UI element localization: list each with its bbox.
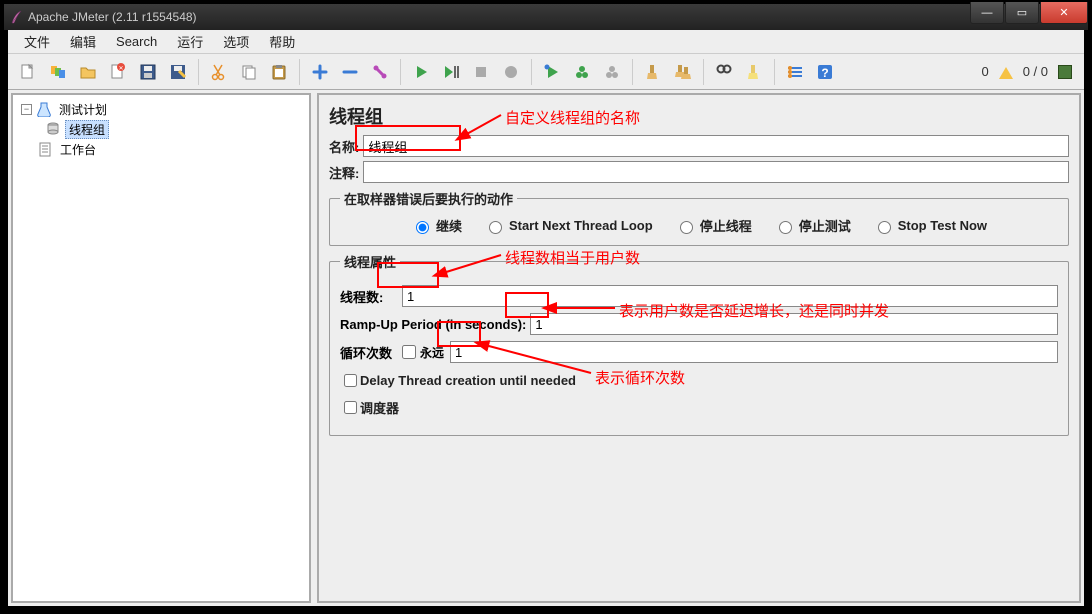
- toolbar-status: 0 0 / 0: [981, 64, 1078, 79]
- clipboard-icon: [37, 141, 53, 157]
- copy-button[interactable]: [235, 58, 263, 86]
- test-plan-tree[interactable]: − 测试计划 线程组 工作台: [11, 93, 311, 603]
- help-button[interactable]: ?: [811, 58, 839, 86]
- delay-creation-label: Delay Thread creation until needed: [360, 373, 576, 388]
- minimize-button[interactable]: —: [970, 2, 1004, 24]
- loop-count-input[interactable]: [450, 341, 1058, 363]
- menu-help[interactable]: 帮助: [259, 29, 305, 54]
- menu-edit[interactable]: 编辑: [60, 29, 106, 54]
- reset-search-button[interactable]: [740, 58, 768, 86]
- maximize-button[interactable]: ▭: [1005, 2, 1039, 24]
- name-input[interactable]: [363, 135, 1069, 157]
- thread-props-legend: 线程属性: [340, 252, 400, 271]
- tree-workbench[interactable]: 工作台: [17, 139, 305, 159]
- threads-input[interactable]: [402, 285, 1058, 307]
- svg-text:✕: ✕: [118, 66, 123, 72]
- error-count: 0: [981, 64, 988, 79]
- tree-toggle-icon[interactable]: −: [21, 104, 32, 115]
- menubar: 文件 编辑 Search 运行 选项 帮助: [8, 30, 1084, 54]
- ramp-up-label: Ramp-Up Period (in seconds):: [340, 317, 526, 332]
- start-button[interactable]: [407, 58, 435, 86]
- menu-search[interactable]: Search: [106, 31, 167, 52]
- tree-thread-group[interactable]: 线程组: [17, 119, 305, 139]
- delay-creation-checkbox[interactable]: [344, 374, 357, 387]
- close-button[interactable]: ✕: [1040, 2, 1088, 24]
- name-label: 名称:: [329, 137, 359, 156]
- clear-button[interactable]: [639, 58, 667, 86]
- warning-icon: [999, 67, 1013, 79]
- save-as-button[interactable]: [164, 58, 192, 86]
- menu-options[interactable]: 选项: [213, 29, 259, 54]
- radio-stop-test-now[interactable]: Stop Test Now: [873, 216, 987, 235]
- expand-button[interactable]: [306, 58, 334, 86]
- tree-thread-group-label: 线程组: [65, 120, 109, 139]
- radio-start-next-loop[interactable]: Start Next Thread Loop: [484, 216, 653, 235]
- panel-heading: 线程组: [329, 103, 1069, 129]
- scheduler-checkbox[interactable]: [344, 401, 357, 414]
- templates-button[interactable]: [44, 58, 72, 86]
- stop-button[interactable]: [467, 58, 495, 86]
- shutdown-button[interactable]: [497, 58, 525, 86]
- radio-stop-thread[interactable]: 停止线程: [675, 216, 752, 235]
- beaker-icon: [36, 101, 52, 117]
- open-button[interactable]: [74, 58, 102, 86]
- toggle-button[interactable]: [366, 58, 394, 86]
- menu-run[interactable]: 运行: [167, 29, 213, 54]
- window-title: Apache JMeter (2.11 r1554548): [28, 10, 197, 24]
- threads-label: 线程数:: [340, 287, 398, 306]
- new-button[interactable]: [14, 58, 42, 86]
- on-error-legend: 在取样器错误后要执行的动作: [340, 189, 517, 208]
- cut-button[interactable]: [205, 58, 233, 86]
- scheduler-label: 调度器: [360, 398, 399, 417]
- thread-count: 0 / 0: [1023, 64, 1048, 79]
- toolbar: ✕ ?: [8, 54, 1084, 90]
- collapse-button[interactable]: [336, 58, 364, 86]
- jmeter-feather-icon: [10, 10, 22, 24]
- close-file-button[interactable]: ✕: [104, 58, 132, 86]
- tree-workbench-label: 工作台: [57, 141, 99, 158]
- window-frame: Apache JMeter (2.11 r1554548) — ▭ ✕ 文件 编…: [0, 0, 1092, 614]
- start-no-pause-button[interactable]: [437, 58, 465, 86]
- window-controls: — ▭ ✕: [969, 2, 1088, 24]
- loop-label: 循环次数: [340, 343, 398, 362]
- app-client-area: 文件 编辑 Search 运行 选项 帮助 ✕: [8, 30, 1084, 606]
- radio-continue[interactable]: 继续: [411, 216, 462, 235]
- on-error-fieldset: 在取样器错误后要执行的动作 继续 Start Next Thread Loop …: [329, 189, 1069, 246]
- comment-input[interactable]: [363, 161, 1069, 183]
- run-indicator-icon: [1058, 65, 1072, 79]
- tree-root-testplan[interactable]: − 测试计划: [17, 99, 305, 119]
- save-button[interactable]: [134, 58, 162, 86]
- thread-props-fieldset: 线程属性 线程数: Ramp-Up Period (in seconds): 循…: [329, 252, 1069, 436]
- titlebar: Apache JMeter (2.11 r1554548) — ▭ ✕: [4, 4, 1088, 30]
- comment-label: 注释:: [329, 163, 359, 182]
- remote-start-button[interactable]: [538, 58, 566, 86]
- paste-button[interactable]: [265, 58, 293, 86]
- menu-file[interactable]: 文件: [14, 29, 60, 54]
- radio-stop-test[interactable]: 停止测试: [774, 216, 851, 235]
- tree-root-label: 测试计划: [56, 101, 110, 118]
- spool-icon: [45, 121, 61, 137]
- remote-shutdown-button[interactable]: [598, 58, 626, 86]
- svg-text:?: ?: [821, 66, 828, 80]
- clear-all-button[interactable]: [669, 58, 697, 86]
- function-helper-button[interactable]: [781, 58, 809, 86]
- loop-forever-checkbox[interactable]: [402, 345, 416, 359]
- ramp-up-input[interactable]: [530, 313, 1058, 335]
- remote-stop-button[interactable]: [568, 58, 596, 86]
- split-pane: − 测试计划 线程组 工作台 线程组 名称:: [8, 90, 1084, 606]
- search-tree-button[interactable]: [710, 58, 738, 86]
- loop-forever-label: 永远: [420, 344, 444, 361]
- thread-group-panel: 线程组 名称: 注释: 在取样器错误后要执行的动作 继续 Start Next …: [317, 93, 1081, 603]
